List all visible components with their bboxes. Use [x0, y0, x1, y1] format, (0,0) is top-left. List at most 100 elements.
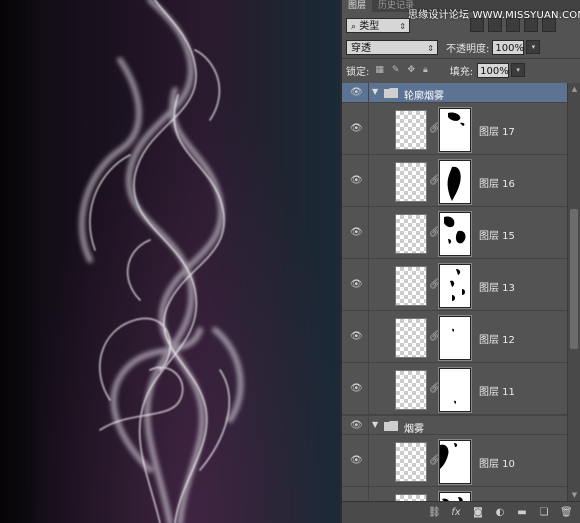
layer-thumbnail — [395, 266, 427, 306]
layer-group-smoke[interactable]: 👁︎ ▼ 烟雾 — [342, 415, 567, 435]
lock-all-icon[interactable]: 🔒︎ — [423, 65, 428, 75]
filter-toggle-icon[interactable] — [542, 18, 556, 32]
link-icon[interactable]: ⛓︎ — [428, 507, 441, 518]
blend-row: 穿透 ⇕ 不透明度: 100% ▾ — [342, 38, 580, 56]
layer-row-16[interactable]: 👁︎ 🔗︎ 图层 16 — [342, 155, 567, 207]
layer-name: 图层 17 — [479, 127, 515, 138]
mask-icon[interactable]: ◙ — [472, 507, 484, 518]
opacity-label: 不透明度: — [446, 43, 490, 55]
layer-thumbnail — [395, 442, 427, 482]
lock-brush-icon[interactable]: ✎ — [392, 65, 400, 75]
filter-kind-select[interactable]: ⌕ 类型 ⇕ — [346, 17, 410, 33]
visibility-eye-icon[interactable]: 👁︎ — [350, 383, 363, 395]
search-icon: ⌕ — [351, 21, 357, 32]
lock-label: 锁定: — [346, 66, 370, 78]
layer-thumbnail — [395, 162, 427, 202]
layers-list: 👁︎ ▼ 轮廓烟雾 👁︎ 🔗︎ 图层 17 👁︎ 🔗︎ 图层 16 👁︎ 🔗︎ … — [342, 83, 567, 501]
fill-label: 填充: — [449, 66, 474, 78]
scroll-up-icon[interactable]: ▲ — [568, 83, 580, 95]
chevron-down-icon: ⇕ — [427, 43, 434, 53]
group-name: 轮廓烟雾 — [404, 91, 444, 102]
adjustment-icon[interactable]: ◐ — [494, 507, 506, 518]
fill-dropdown-icon[interactable]: ▾ — [511, 63, 526, 77]
scroll-thumb[interactable] — [570, 209, 578, 349]
layer-row-17[interactable]: 👁︎ 🔗︎ 图层 17 — [342, 103, 567, 155]
eye-column-divider — [368, 363, 369, 414]
layer-name: 图层 10 — [479, 459, 515, 470]
document-canvas[interactable] — [0, 0, 340, 523]
blend-mode-select[interactable]: 穿透 ⇕ — [346, 39, 438, 55]
visibility-eye-icon[interactable]: 👁︎ — [350, 227, 363, 239]
scroll-down-icon[interactable]: ▼ — [568, 489, 580, 501]
layer-name: 图层 16 — [479, 179, 515, 190]
eye-column-divider — [368, 416, 369, 434]
filter-adjust-icon[interactable] — [488, 18, 502, 32]
fx-icon[interactable]: fx — [450, 507, 462, 518]
blend-mode-value: 穿透 — [351, 42, 371, 54]
expand-triangle-icon[interactable]: ▼ — [372, 420, 378, 429]
folder-icon — [384, 88, 398, 98]
layer-row-10[interactable]: 👁︎ 🔗︎ 图层 10 — [342, 435, 567, 487]
visibility-eye-icon[interactable]: 👁︎ — [350, 123, 363, 135]
eye-column-divider — [368, 83, 369, 102]
layer-thumbnail — [395, 110, 427, 150]
layer-mask-thumbnail[interactable] — [439, 368, 471, 412]
divider — [342, 58, 580, 59]
visibility-eye-icon[interactable]: 👁︎ — [350, 87, 363, 99]
layer-row-11[interactable]: 👁︎ 🔗︎ 图层 11 — [342, 363, 567, 415]
layers-bottom-toolbar: ⛓︎ fx ◙ ◐ ▬ ❏ 🗑︎ — [342, 501, 580, 523]
folder-icon[interactable]: ▬ — [516, 507, 528, 518]
layer-row-15[interactable]: 👁︎ 🔗︎ 图层 15 — [342, 207, 567, 259]
layer-mask-thumbnail[interactable] — [439, 264, 471, 308]
layer-row-13[interactable]: 👁︎ 🔗︎ 图层 13 — [342, 259, 567, 311]
layer-mask-thumbnail[interactable] — [439, 212, 471, 256]
layer-row-partial[interactable]: 👁︎ — [342, 487, 567, 501]
layer-name: 图层 15 — [479, 231, 515, 242]
chevron-down-icon: ⇕ — [399, 21, 406, 31]
folder-icon — [384, 421, 398, 431]
layer-name: 图层 13 — [479, 283, 515, 294]
lock-move-icon[interactable]: ✥ — [407, 65, 415, 75]
visibility-eye-icon[interactable]: 👁︎ — [350, 331, 363, 343]
visibility-eye-icon[interactable]: 👁︎ — [350, 279, 363, 291]
eye-column-divider — [368, 435, 369, 486]
smoke-artwork — [79, 0, 244, 523]
layer-thumbnail — [395, 370, 427, 410]
visibility-eye-icon[interactable]: 👁︎ — [350, 175, 363, 187]
lock-transparent-icon[interactable]: ▦ — [375, 65, 384, 75]
layer-row-12[interactable]: 👁︎ 🔗︎ 图层 12 — [342, 311, 567, 363]
opacity-dropdown-icon[interactable]: ▾ — [526, 40, 541, 54]
layer-thumbnail — [395, 494, 427, 501]
layers-panel: 图层 历史记录 思缘设计论坛 WWW.MISSYUAN.COM ⌕ 类型 ⇕ 穿… — [340, 0, 580, 523]
eye-column-divider — [368, 207, 369, 258]
visibility-eye-icon[interactable]: 👁︎ — [350, 455, 363, 467]
filter-kind-label: 类型 — [359, 20, 380, 32]
eye-column-divider — [368, 259, 369, 310]
new-layer-icon[interactable]: ❏ — [538, 507, 550, 518]
layer-name: 图层 12 — [479, 335, 515, 346]
fill-input[interactable]: 100% — [477, 62, 510, 78]
group-name: 烟雾 — [404, 424, 424, 435]
expand-triangle-icon[interactable]: ▼ — [372, 87, 378, 96]
layer-mask-thumbnail[interactable] — [439, 160, 471, 204]
tab-layers[interactable]: 图层 — [342, 0, 373, 12]
layers-scrollbar[interactable]: ▲ ▼ — [567, 83, 580, 501]
filter-shape-icon[interactable] — [524, 18, 538, 32]
lock-row: 锁定: ▦ ✎ ✥ 🔒︎ 填充: 100% ▾ — [342, 61, 580, 79]
eye-column-divider — [368, 103, 369, 154]
layer-mask-thumbnail[interactable] — [439, 108, 471, 152]
layer-group-outline-smoke[interactable]: 👁︎ ▼ 轮廓烟雾 — [342, 83, 567, 103]
trash-icon[interactable]: 🗑︎ — [560, 507, 573, 518]
eye-column-divider — [368, 311, 369, 362]
layer-mask-thumbnail[interactable] — [439, 440, 471, 484]
eye-column-divider — [368, 487, 369, 501]
filter-pixel-icon[interactable] — [470, 18, 484, 32]
layer-mask-thumbnail[interactable] — [439, 492, 471, 501]
layer-mask-thumbnail[interactable] — [439, 316, 471, 360]
layer-thumbnail — [395, 214, 427, 254]
canvas-left-shadow — [0, 0, 40, 523]
eye-column-divider — [368, 155, 369, 206]
filter-type-icon[interactable] — [506, 18, 520, 32]
opacity-input[interactable]: 100% — [492, 39, 525, 55]
visibility-eye-icon[interactable]: 👁︎ — [350, 420, 363, 432]
